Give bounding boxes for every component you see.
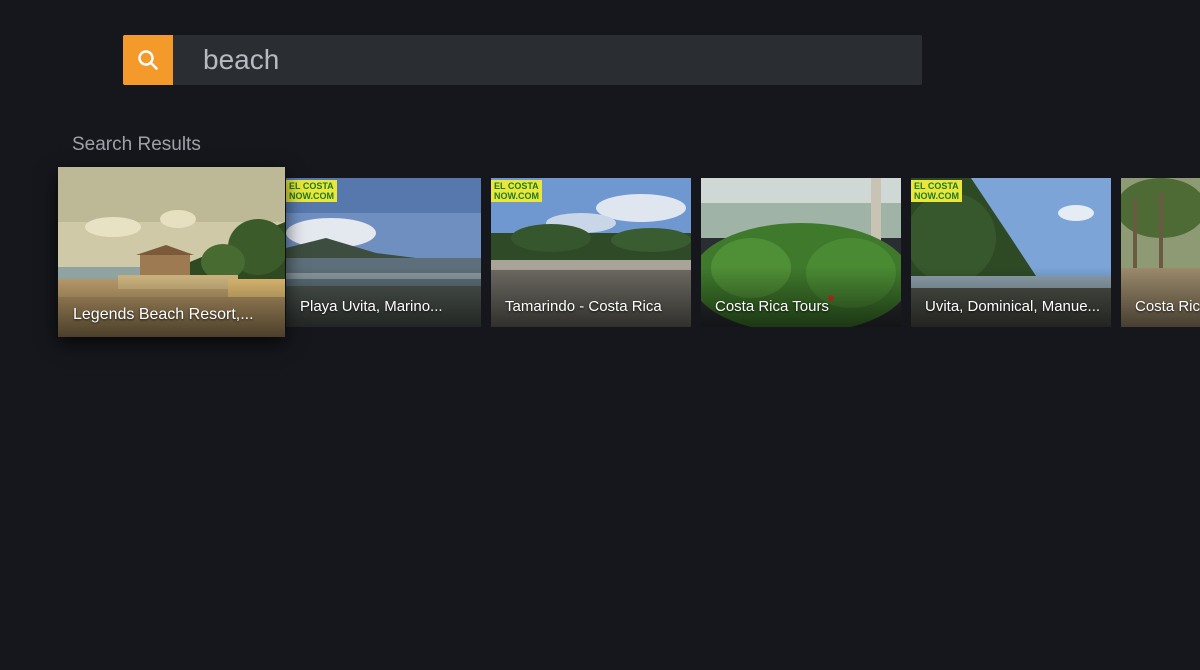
- channel-logo: EL COSTA NOW.COM: [491, 180, 542, 202]
- channel-logo: EL COSTA NOW.COM: [911, 180, 962, 202]
- label-shade: [701, 267, 901, 327]
- label-shade: [1121, 267, 1200, 327]
- result-card-costa-rica-tours[interactable]: Costa Rica Tours: [701, 178, 901, 327]
- result-title: Uvita, Dominical, Manue...: [925, 298, 1101, 315]
- search-screen: Search Results Legends Beach Resort,...: [0, 0, 1200, 670]
- label-shade: [911, 267, 1111, 327]
- label-shade: [491, 267, 691, 327]
- search-bar: [123, 34, 922, 86]
- result-title: Costa Rica Tours: [715, 298, 829, 315]
- result-card-uvita-dominical[interactable]: EL COSTA NOW.COM Uvita, Dominical, Manue.…: [911, 178, 1111, 327]
- section-title: Search Results: [72, 134, 201, 155]
- label-shade: [286, 267, 481, 327]
- channel-logo: EL COSTA NOW.COM: [286, 180, 337, 202]
- result-card-legends-beach-resort[interactable]: Legends Beach Resort,...: [58, 167, 285, 337]
- search-icon: [138, 50, 158, 70]
- result-card-playa-uvita[interactable]: EL COSTA NOW.COM Playa Uvita, Marino...: [286, 178, 481, 327]
- search-button[interactable]: [123, 35, 173, 85]
- result-title: Legends Beach Resort,...: [73, 306, 254, 323]
- result-card-tamarindo[interactable]: EL COSTA NOW.COM Tamarindo - Costa Rica: [491, 178, 691, 327]
- result-title: Costa Ric: [1135, 298, 1200, 315]
- result-title: Tamarindo - Costa Rica: [505, 298, 662, 315]
- result-title: Playa Uvita, Marino...: [300, 298, 443, 315]
- result-card-costa-rica[interactable]: Costa Ric: [1121, 178, 1200, 327]
- search-input[interactable]: [173, 34, 922, 86]
